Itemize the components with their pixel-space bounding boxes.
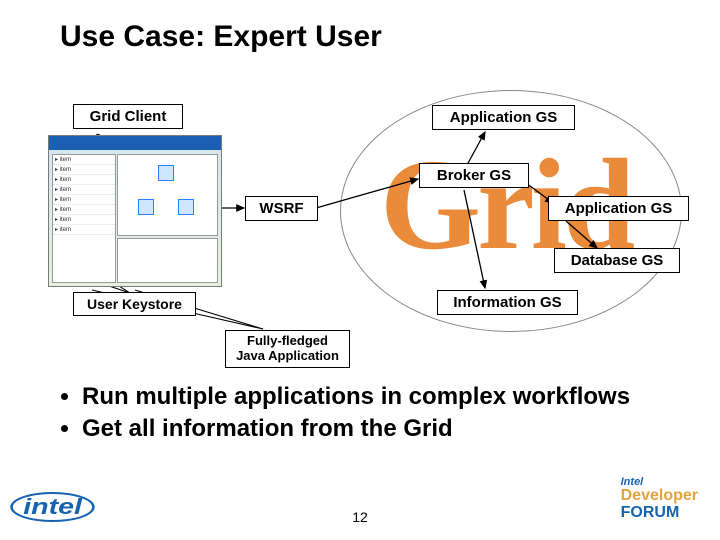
box-application-gs-right: Application GS [548,196,689,221]
idf-intel: Intel [621,476,644,488]
idf-forum: FORUM [621,504,680,521]
slide-title: Use Case: Expert User [60,20,382,54]
bullet-item: Run multiple applications in complex wor… [82,382,670,412]
box-user-keystore: User Keystore [73,292,196,316]
box-broker-gs: Broker GS [419,163,529,188]
page-number: 12 [0,509,720,525]
idf-developer: Developer [621,487,698,504]
box-grid-client: Grid Client [73,104,183,129]
fully-line1: Fully-fledged [247,333,328,348]
fully-line2: Java Application [236,348,339,363]
bullet-list: Run multiple applications in complex wor… [60,382,670,446]
app-screenshot: ▸ item▸ item▸ item▸ item▸ item▸ item▸ it… [48,135,222,287]
box-database-gs: Database GS [554,248,680,273]
box-wsrf: WSRF [245,196,318,221]
intel-logo-text: intel [10,492,95,522]
box-application-gs-top: Application GS [432,105,575,130]
box-information-gs: Information GS [437,290,578,315]
bullet-item: Get all information from the Grid [82,414,670,444]
intel-logo: intel [20,492,85,522]
box-fully-fledged: Fully-fledged Java Application [225,330,350,368]
idf-logo: Intel Developer FORUM [621,477,698,522]
